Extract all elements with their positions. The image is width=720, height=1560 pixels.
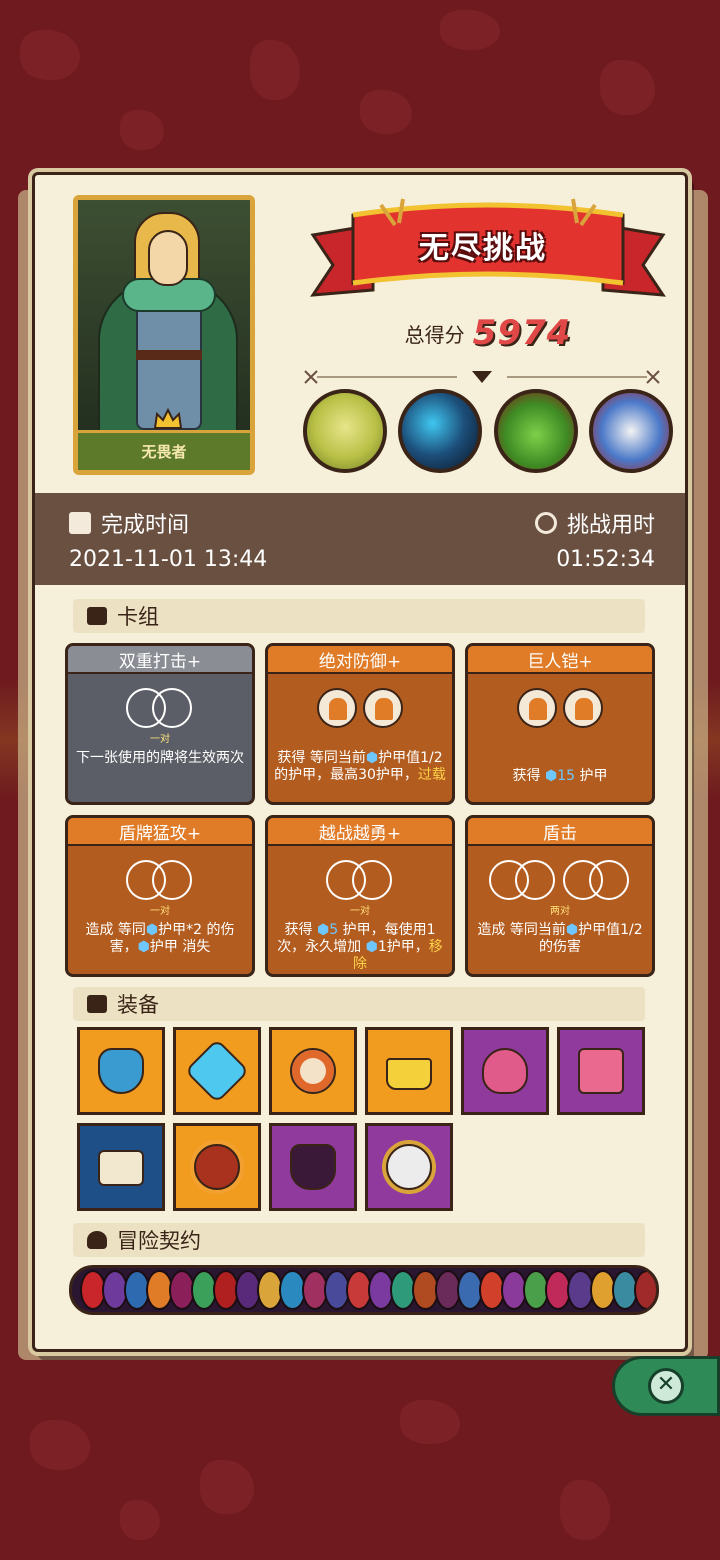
duration-value: 01:52:34	[556, 547, 655, 572]
armor-icon: ⬢	[365, 939, 378, 955]
stopwatch-icon	[534, 512, 557, 534]
card-giant-armor[interactable]: 巨人铠+ 获得 ⬢15 护甲	[465, 643, 655, 805]
score-value: 5974	[472, 313, 572, 353]
close-icon: ✕	[648, 1368, 684, 1404]
spiked-mask-icon[interactable]	[77, 1027, 165, 1115]
crown-icon	[153, 408, 183, 429]
score-row: 总得分 5974	[303, 313, 673, 353]
armor-icon: ⬢	[145, 922, 159, 938]
equipment-grid	[77, 1027, 657, 1211]
golden-crown-icon[interactable]	[365, 1027, 453, 1115]
duration-label: 挑战用时	[534, 507, 655, 539]
hero-card[interactable]: 无畏者	[73, 195, 255, 475]
person-icon	[87, 1231, 107, 1249]
complete-time-label: 完成时间	[69, 507, 189, 539]
mirror-icon[interactable]	[365, 1123, 453, 1211]
complete-time-value: 2021-11-01 13:44	[69, 547, 268, 572]
result-panel: 无畏者 无尽挑战 总得分 5974 完成时间 2021-11-01 13:44	[32, 172, 688, 1352]
card-shield-strike[interactable]: 盾击 两对 造成 等同当前⬢护甲值1/2的伤害	[465, 815, 655, 977]
cards-icon	[87, 607, 107, 625]
spotted-mushroom-icon[interactable]	[461, 1027, 549, 1115]
hero-name-bar: 无畏者	[78, 430, 250, 470]
ornament-divider	[304, 370, 660, 384]
armor-icon: ⬢	[316, 922, 330, 938]
equipment-section-header: 装备	[73, 987, 645, 1021]
pair-slot-icon	[326, 860, 394, 900]
contracts-strip[interactable]	[69, 1265, 659, 1315]
card-shield-bash-plus[interactable]: 盾牌猛攻+ 一对 造成 等同⬢护甲*2 的伤害，⬢护甲 消失	[65, 815, 255, 977]
armor-icon: ⬢	[365, 750, 379, 766]
armor-icon: ⬢	[137, 939, 150, 955]
bone-dragon-boss-icon[interactable]	[303, 389, 387, 473]
armor-icon: ⬢	[565, 922, 579, 938]
card-absolute-defense[interactable]: 绝对防御+ 获得 等同当前⬢护甲值1/2的护甲，最高30护甲，过载	[265, 643, 455, 805]
banner-title: 无尽挑战	[419, 231, 547, 266]
jeweled-armor-icon[interactable]	[269, 1123, 357, 1211]
rock-icon	[363, 688, 403, 728]
melting-cake-icon[interactable]	[557, 1027, 645, 1115]
deck-grid: 双重打击+ 一对 下一张使用的牌将生效两次 绝对防御+ 获得 等同当前⬢护甲值1…	[65, 643, 659, 977]
pair-slot-icon	[126, 688, 194, 728]
cube-icon	[87, 995, 107, 1013]
armor-icon: ⬢	[544, 768, 558, 784]
hero-name: 无畏者	[141, 443, 187, 461]
blue-crystal-shield-icon[interactable]	[173, 1027, 261, 1115]
calendar-icon	[69, 512, 91, 534]
rock-icon	[563, 688, 603, 728]
rock-icon	[317, 688, 357, 728]
card-double-strike[interactable]: 双重打击+ 一对 下一张使用的牌将生效两次	[65, 643, 255, 805]
deck-section-header: 卡组	[73, 599, 645, 633]
scroll-icon[interactable]	[77, 1123, 165, 1211]
round-shield-icon[interactable]	[269, 1027, 357, 1115]
hero-belt	[136, 350, 202, 360]
time-strip: 完成时间 2021-11-01 13:44 挑战用时 01:52:34	[35, 493, 685, 585]
contracts-section-header: 冒险契约	[73, 1223, 645, 1257]
close-button[interactable]: ✕	[612, 1356, 720, 1416]
pair-slot-icon	[563, 860, 631, 900]
pair-slot-icon	[126, 860, 194, 900]
pair-slot-icon	[489, 860, 557, 900]
defeated-bosses	[303, 389, 673, 473]
shadow-beast-boss-icon[interactable]	[398, 389, 483, 473]
goblin-king-boss-icon[interactable]	[493, 389, 578, 473]
rock-icon	[517, 688, 557, 728]
armored-skull-boss-icon[interactable]	[588, 389, 673, 473]
flame-ring-icon[interactable]	[173, 1123, 261, 1211]
hero-face	[148, 230, 188, 286]
score-label: 总得分	[404, 322, 465, 347]
card-braver-with-battle[interactable]: 越战越勇+ 一对 获得 ⬢5 护甲，每使用1次，永久增加 ⬢1护甲，移除	[265, 815, 455, 977]
